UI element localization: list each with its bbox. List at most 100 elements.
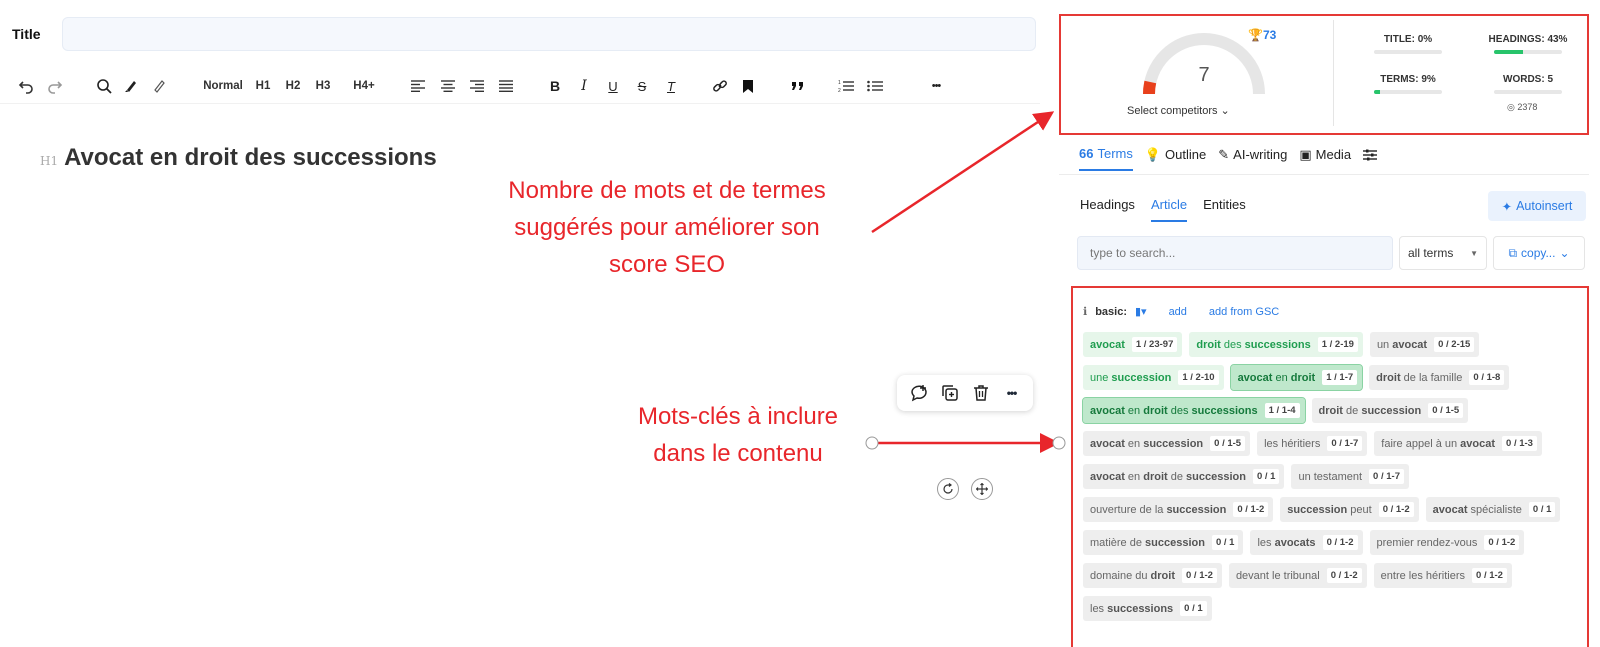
add-comment-icon[interactable] xyxy=(907,381,931,405)
term-chip[interactable]: succession peut 0 / 1-2 xyxy=(1280,497,1419,522)
more-icon[interactable]: ••• xyxy=(1000,381,1024,405)
magic-wand-icon: ✦ xyxy=(1501,199,1513,214)
term-chip[interactable]: avocat spécialiste 0 / 1 xyxy=(1425,497,1561,522)
subtab-headings[interactable]: Headings xyxy=(1080,197,1135,222)
term-count: 0 / 1-8 xyxy=(1469,370,1505,385)
term-chip[interactable]: devant le tribunal 0 / 1-2 xyxy=(1228,563,1367,588)
pen-icon: ✎ xyxy=(1218,146,1230,162)
term-label: avocat en succession xyxy=(1090,437,1204,450)
term-chip[interactable]: les héritiers 0 / 1-7 xyxy=(1257,431,1368,456)
term-label: droit des successions xyxy=(1196,338,1311,351)
term-count: 0 / 1-2 xyxy=(1326,568,1362,583)
term-chip[interactable]: faire appel à un avocat 0 / 1-3 xyxy=(1374,431,1542,456)
term-label: un avocat xyxy=(1376,338,1428,351)
metric-title-label: TITLE: 0% xyxy=(1383,34,1433,45)
term-count: 1 / 1-4 xyxy=(1264,403,1300,418)
term-chip[interactable]: avocat en droit 1 / 1-7 xyxy=(1229,364,1364,391)
tab-outline[interactable]: 💡 Outline xyxy=(1145,147,1206,171)
term-count: 0 / 1-7 xyxy=(1327,436,1363,451)
words-target-value: 2378 xyxy=(1517,102,1538,112)
term-label: les successions xyxy=(1090,602,1174,615)
term-chip[interactable]: avocat 1 / 23-97 xyxy=(1083,332,1183,357)
subtab-article[interactable]: Article xyxy=(1150,197,1188,222)
tab-media-label: Media xyxy=(1315,147,1352,162)
term-count: 0 / 1-2 xyxy=(1378,502,1414,517)
metric-title: TITLE: 0% xyxy=(1363,34,1453,54)
metric-words: WORDS: 5 xyxy=(1483,74,1573,94)
chevron-down-icon: ⌄ xyxy=(1220,105,1230,117)
term-count: 0 / 1 xyxy=(1528,502,1556,517)
term-count: 0 / 1 xyxy=(1180,601,1207,616)
term-chip[interactable]: premier rendez-vous 0 / 1-2 xyxy=(1369,530,1525,555)
select-competitors-dropdown[interactable]: Select competitors ⌄ xyxy=(1127,104,1230,117)
tab-media[interactable]: ▣ Media xyxy=(1299,147,1351,171)
copy-button[interactable]: ⧉ copy... ⌄ xyxy=(1493,236,1585,270)
copy-icon: ⧉ xyxy=(1508,245,1518,260)
basic-row: ℹ basic: ▮▾ add add from GSC xyxy=(1083,305,1279,319)
term-chip[interactable]: les avocats 0 / 1-2 xyxy=(1250,530,1363,555)
trophy-score: 🏆73 xyxy=(1248,28,1276,42)
settings-sliders-icon[interactable] xyxy=(1363,149,1378,169)
trash-icon[interactable] xyxy=(969,381,993,405)
term-label: droit de la famille xyxy=(1376,371,1463,384)
term-label: matière de succession xyxy=(1090,536,1205,549)
tab-ai-writing[interactable]: ✎ AI-writing xyxy=(1218,147,1287,171)
copy-icon[interactable]: ▮▾ xyxy=(1135,305,1147,318)
tab-ai-writing-label: AI-writing xyxy=(1233,147,1288,162)
score-panel: 7 🏆73 Select competitors ⌄ TITLE: 0% HEA… xyxy=(1059,14,1589,135)
select-competitors-label: Select competitors xyxy=(1127,105,1218,117)
term-count: 1 / 1-7 xyxy=(1322,370,1358,385)
term-count: 0 / 1 xyxy=(1252,469,1280,484)
arrow-handle-end[interactable] xyxy=(1052,436,1066,450)
term-chip[interactable]: droit des successions 1 / 2-19 xyxy=(1189,332,1363,357)
subtab-entities[interactable]: Entities xyxy=(1203,197,1246,222)
term-count: 0 / 1-2 xyxy=(1233,502,1269,517)
term-chip[interactable]: avocat en droit des successions 1 / 1-4 xyxy=(1082,397,1306,424)
term-count: 1 / 23-97 xyxy=(1131,337,1178,352)
term-chip[interactable]: droit de la famille 0 / 1-8 xyxy=(1369,365,1510,390)
term-chip[interactable]: matière de succession 0 / 1 xyxy=(1083,530,1244,555)
term-label: les héritiers xyxy=(1264,437,1321,450)
term-label: avocat en droit des successions xyxy=(1090,404,1258,417)
term-chip[interactable]: les successions 0 / 1 xyxy=(1083,596,1212,621)
term-count: 0 / 1-2 xyxy=(1472,568,1507,583)
term-label: faire appel à un avocat xyxy=(1381,437,1496,450)
term-chip[interactable]: domaine du droit 0 / 1-2 xyxy=(1083,563,1222,588)
terms-list: avocat 1 / 23-97 droit des successions 1 / … xyxy=(1082,332,1583,621)
term-chip[interactable]: une succession 1 / 2-10 xyxy=(1083,365,1224,390)
term-chip[interactable]: un avocat 0 / 2-15 xyxy=(1369,332,1480,357)
rotate-icon[interactable] xyxy=(937,478,959,500)
add-term-link[interactable]: add xyxy=(1169,306,1187,318)
arrow-handle-start[interactable] xyxy=(865,436,879,450)
term-label: droit de succession xyxy=(1318,404,1422,417)
term-chip[interactable]: avocat en droit de succession 0 / 1 xyxy=(1083,464,1285,489)
terms-search-input[interactable]: type to search... xyxy=(1077,236,1393,270)
panel-tabs: 66 Terms 💡 Outline ✎ AI-writing ▣ Media xyxy=(1079,146,1378,171)
term-label: succession peut xyxy=(1287,503,1372,516)
metric-words-bar xyxy=(1494,90,1562,94)
tab-terms[interactable]: 66 Terms xyxy=(1079,146,1133,171)
autoinsert-button[interactable]: ✦ Autoinsert xyxy=(1488,191,1586,221)
term-label: avocat spécialiste xyxy=(1432,503,1522,516)
term-label: une succession xyxy=(1090,371,1172,384)
terms-filter-value: all terms xyxy=(1408,246,1454,260)
caret-down-icon: ▼ xyxy=(1470,248,1478,258)
term-count: 0 / 1-5 xyxy=(1210,436,1246,451)
terms-filter-select[interactable]: all terms ▼ xyxy=(1399,236,1487,270)
move-icon[interactable] xyxy=(971,478,993,500)
term-chip[interactable]: entre les héritiers 0 / 1-2 xyxy=(1373,563,1512,588)
term-chip[interactable]: ouverture de la succession 0 / 1-2 xyxy=(1083,497,1274,522)
terms-icon: 66 xyxy=(1079,146,1094,161)
add-from-gsc-link[interactable]: add from GSC xyxy=(1209,306,1279,318)
term-count: 1 / 2-19 xyxy=(1317,337,1358,352)
basic-label: basic: xyxy=(1095,305,1127,318)
copy-label: copy... xyxy=(1521,246,1556,260)
term-count: 1 / 2-10 xyxy=(1178,370,1219,385)
term-chip[interactable]: un testament 0 / 1-7 xyxy=(1291,464,1409,489)
term-chip[interactable]: droit de succession 0 / 1-5 xyxy=(1311,398,1469,423)
target-icon: ◎ xyxy=(1507,102,1515,112)
term-label: un testament xyxy=(1298,470,1363,483)
term-chip[interactable]: avocat en succession 0 / 1-5 xyxy=(1083,431,1251,456)
term-count: 0 / 1-7 xyxy=(1369,469,1404,484)
duplicate-icon[interactable] xyxy=(938,381,962,405)
